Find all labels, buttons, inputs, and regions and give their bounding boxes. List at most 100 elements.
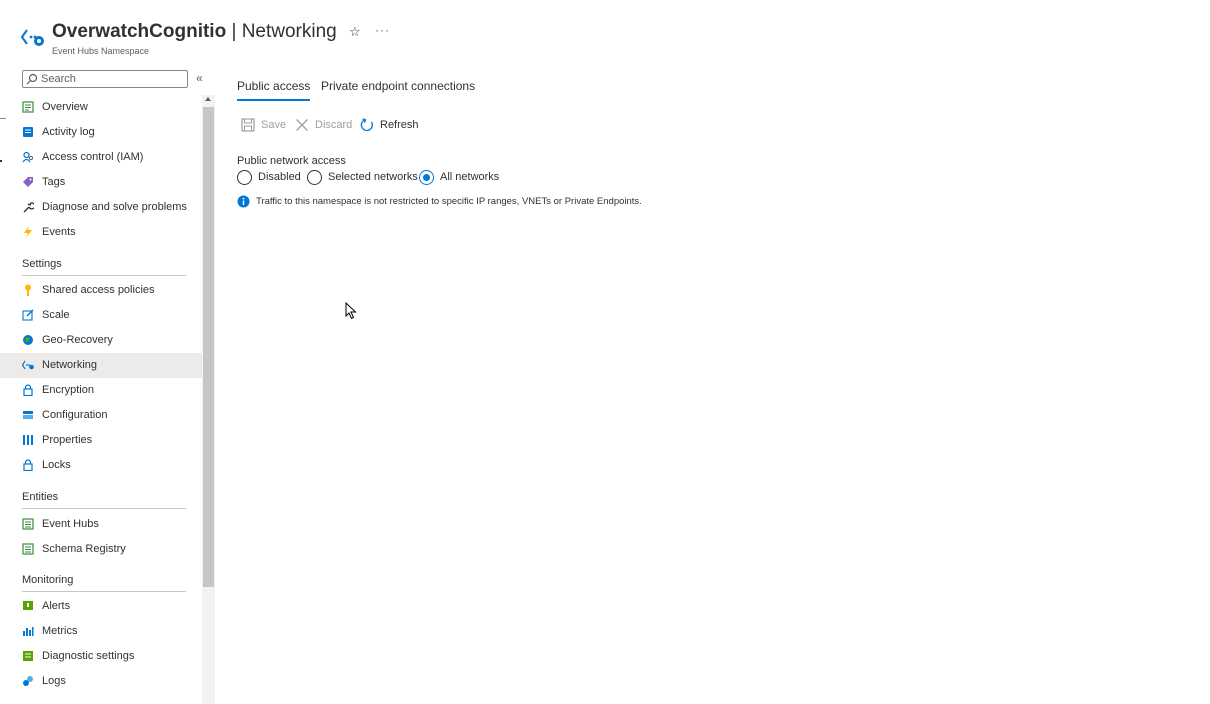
event-hubs-networking-icon: [20, 29, 44, 46]
radio-all-networks[interactable]: All networks: [419, 169, 499, 185]
page-title: OverwatchCognitio | Networking: [52, 21, 337, 43]
more-options-icon[interactable]: ···: [375, 23, 390, 37]
save-icon: [241, 118, 255, 132]
sidebar-item-encryption[interactable]: Encryption: [0, 378, 202, 403]
activity-log-icon: [23, 127, 33, 137]
search-icon: [26, 73, 38, 85]
save-button[interactable]: Save: [241, 116, 286, 134]
refresh-icon: [360, 118, 373, 132]
configuration-icon: [23, 411, 33, 419]
sidebar-item-diagnose[interactable]: Diagnose and solve problems: [0, 195, 202, 220]
section-title: Settings: [22, 258, 62, 270]
sidebar-item-properties[interactable]: Properties: [0, 428, 202, 453]
sidebar-item-label: Overview: [42, 101, 88, 113]
sidebar-item-schema-registry[interactable]: Schema Registry: [0, 537, 202, 562]
sidebar-item-label: Properties: [42, 434, 93, 446]
page-header: OverwatchCognitio | Networking Event Hub…: [20, 18, 500, 60]
collapse-sidebar-icon[interactable]: «: [196, 71, 203, 85]
sidebar-item-tags[interactable]: Tags: [0, 170, 202, 195]
sidebar-item-label: Access control (IAM): [42, 151, 144, 163]
refresh-button[interactable]: Refresh: [360, 116, 419, 134]
discard-label: Discard: [315, 119, 353, 131]
sidebar-item-event-hubs[interactable]: Event Hubs: [0, 512, 202, 537]
sidebar-item-label: Alerts: [42, 600, 71, 612]
sidebar-item-label: Locks: [42, 459, 71, 471]
metrics-icon: [23, 627, 34, 636]
page-name: Networking: [241, 21, 337, 42]
iam-icon: [22, 151, 34, 163]
radio-label: Disabled: [258, 171, 301, 183]
key-icon: [25, 284, 31, 296]
info-icon: [237, 195, 250, 207]
tab-public-access[interactable]: Public access: [237, 79, 311, 101]
sidebar-item-metrics[interactable]: Metrics: [0, 619, 202, 644]
radio-disabled[interactable]: Disabled: [237, 169, 301, 185]
radio-selected-networks[interactable]: Selected networks: [307, 169, 418, 185]
sidebar-item-label: Logs: [42, 675, 66, 687]
save-label: Save: [261, 119, 287, 131]
sidebar-item-label: Event Hubs: [42, 518, 99, 530]
sidebar-item-label: Events: [42, 226, 76, 238]
sidebar-item-alerts[interactable]: Alerts: [0, 594, 202, 619]
alerts-icon: [23, 601, 33, 610]
search-input[interactable]: [41, 72, 181, 86]
section-header-monitoring: Monitoring: [22, 572, 186, 592]
lock-icon: [23, 384, 33, 396]
tab-private-endpoint-connections[interactable]: Private endpoint connections: [321, 79, 475, 99]
resource-type-subtitle: Event Hubs Namespace: [52, 46, 150, 56]
globe-icon: [23, 335, 33, 345]
tag-icon: [23, 177, 33, 187]
sidebar-item-locks[interactable]: Locks: [0, 453, 202, 478]
refresh-label: Refresh: [380, 119, 419, 131]
radio-circle[interactable]: [419, 169, 434, 185]
sidebar-item-label: Activity log: [42, 126, 95, 138]
sidebar-search[interactable]: [22, 70, 188, 88]
sidebar-item-label: Geo-Recovery: [42, 334, 113, 346]
scrollbar-thumb[interactable]: [203, 107, 214, 587]
radio-label: Selected networks: [328, 171, 418, 183]
star-icon[interactable]: ☆: [349, 25, 363, 39]
section-title: Entities: [22, 491, 59, 503]
sidebar-item-shared-access-policies[interactable]: Shared access policies: [0, 278, 202, 303]
section-header-settings: Settings: [22, 256, 186, 276]
networking-icon: [22, 360, 34, 370]
title-separator: |: [226, 21, 242, 42]
info-text: Traffic to this namespace is not restric…: [256, 195, 642, 207]
sidebar-item-label: Scale: [42, 309, 70, 321]
close-icon: [296, 119, 308, 131]
sidebar-item-label: Diagnostic settings: [42, 650, 135, 662]
sidebar-item-configuration[interactable]: Configuration: [0, 403, 202, 428]
diagnostic-settings-icon: [23, 651, 33, 661]
sidebar-item-diagnostic-settings[interactable]: Diagnostic settings: [0, 644, 202, 669]
sidebar-item-scale[interactable]: Scale: [0, 303, 202, 328]
info-message: Traffic to this namespace is not restric…: [237, 194, 642, 208]
radio-circle[interactable]: [307, 169, 322, 185]
sidebar-item-label: Metrics: [42, 625, 78, 637]
sidebar-scrollbar[interactable]: [202, 95, 215, 704]
sidebar-item-label: Encryption: [42, 384, 94, 396]
sidebar-item-label: Tags: [42, 176, 66, 188]
overview-icon: [22, 101, 34, 113]
wrench-icon: [23, 202, 34, 213]
sidebar-item-activity-log[interactable]: Activity log: [0, 120, 202, 145]
resource-name: OverwatchCognitio: [52, 21, 227, 42]
sidebar-item-label: Networking: [42, 359, 98, 371]
lightning-icon: [24, 226, 32, 238]
discard-button[interactable]: Discard: [295, 116, 352, 134]
sidebar-item-geo-recovery[interactable]: Geo-Recovery: [0, 328, 202, 353]
sidebar-item-access-control[interactable]: Access control (IAM): [0, 145, 202, 170]
section-header-entities: Entities: [22, 489, 186, 509]
sidebar-item-overview[interactable]: Overview: [0, 95, 202, 120]
lock-icon: [23, 459, 33, 471]
sidebar-item-label: Shared access policies: [42, 284, 155, 296]
radio-circle[interactable]: [237, 169, 252, 185]
scroll-up-arrow-icon[interactable]: [205, 97, 211, 101]
sidebar-item-label: Diagnose and solve problems: [42, 201, 187, 213]
logs-icon: [23, 676, 33, 686]
event-hubs-icon: [22, 518, 34, 530]
sidebar-item-logs[interactable]: Logs: [0, 669, 202, 694]
sidebar-item-networking[interactable]: Networking: [0, 353, 202, 378]
public-network-access-label: Public network access: [237, 155, 346, 167]
radio-label: All networks: [440, 171, 500, 183]
sidebar-item-events[interactable]: Events: [0, 220, 202, 245]
